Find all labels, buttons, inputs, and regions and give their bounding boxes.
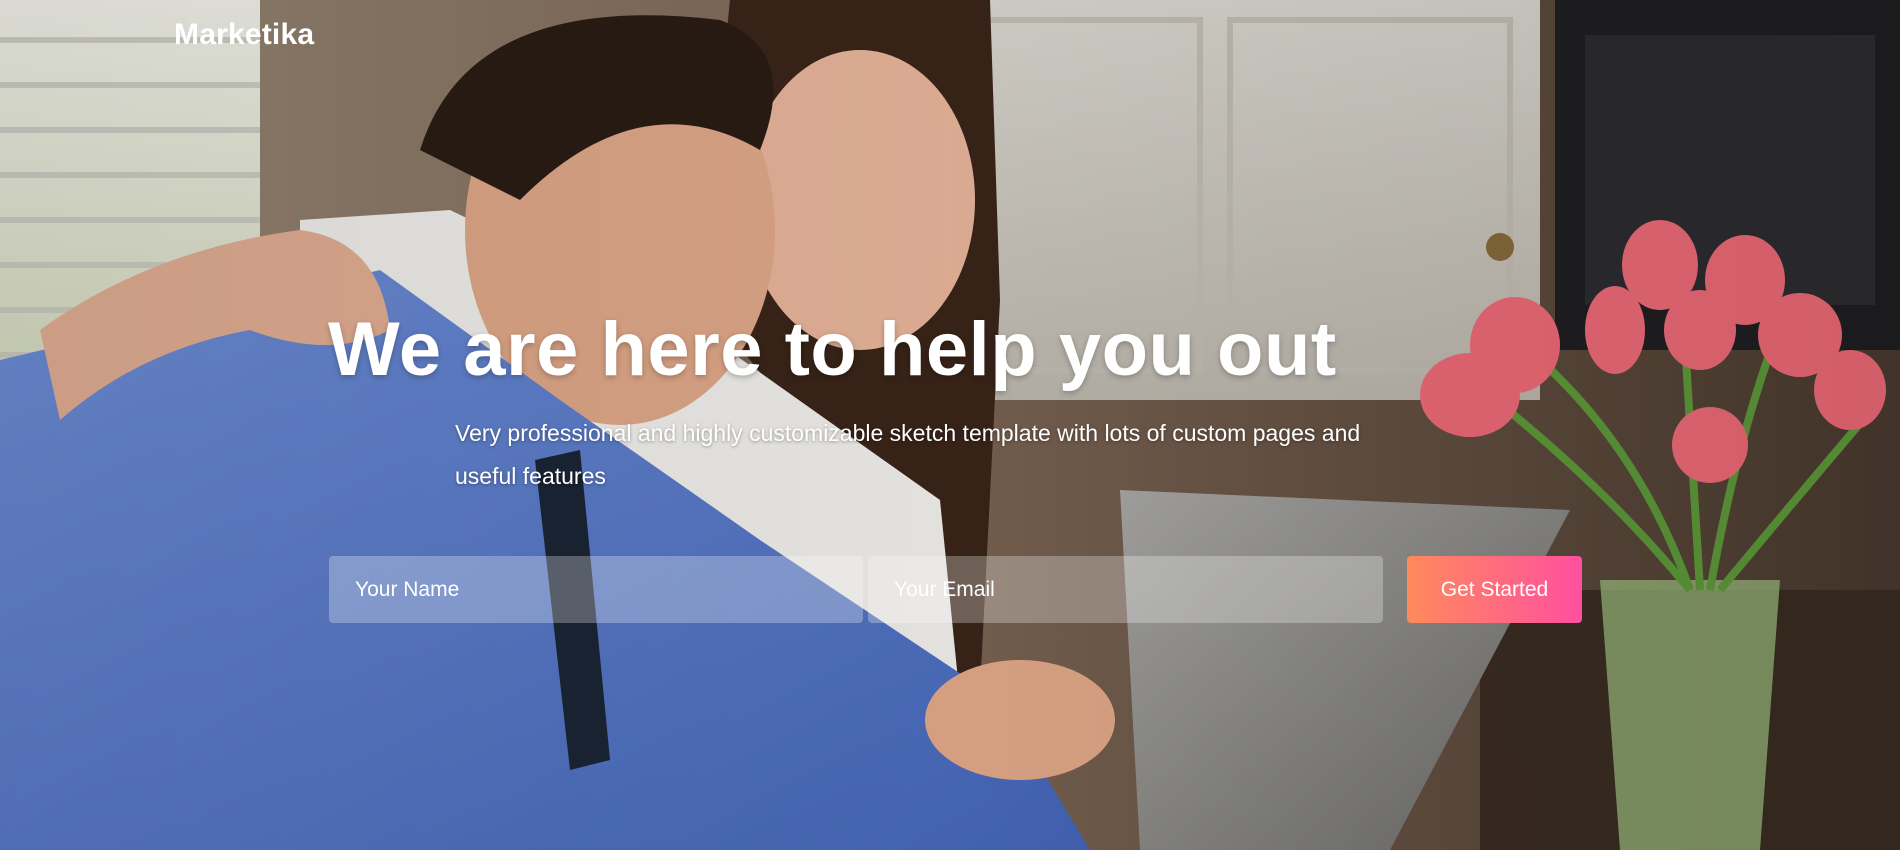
name-input[interactable] xyxy=(329,556,863,623)
hero-headline: We are here to help you out xyxy=(328,307,1337,392)
hero-subtitle: Very professional and highly customizabl… xyxy=(455,420,1361,489)
signup-form: Get Started xyxy=(329,556,1582,623)
hero-section: Marketika We are here to help you out Ve… xyxy=(0,0,1900,850)
email-input[interactable] xyxy=(868,556,1383,623)
brand-logo[interactable]: Marketika xyxy=(174,18,314,52)
get-started-button[interactable]: Get Started xyxy=(1407,556,1582,623)
